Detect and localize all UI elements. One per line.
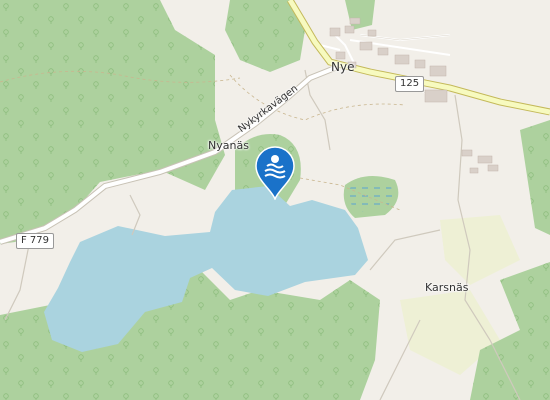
village-label-karsnas: Karsnäs <box>425 281 469 294</box>
swimming-location-marker[interactable] <box>254 146 296 202</box>
road-shield-f779: F 779 <box>16 233 55 249</box>
swimming-icon <box>255 146 295 202</box>
town-label-nye: Nye <box>331 60 355 74</box>
map-view[interactable]: Nye Nyanäs Karsnäs Nykyrkavägen 125 F 77… <box>0 0 550 400</box>
village-label-nyanas: Nyanäs <box>208 139 249 152</box>
road-shield-125: 125 <box>395 76 425 92</box>
